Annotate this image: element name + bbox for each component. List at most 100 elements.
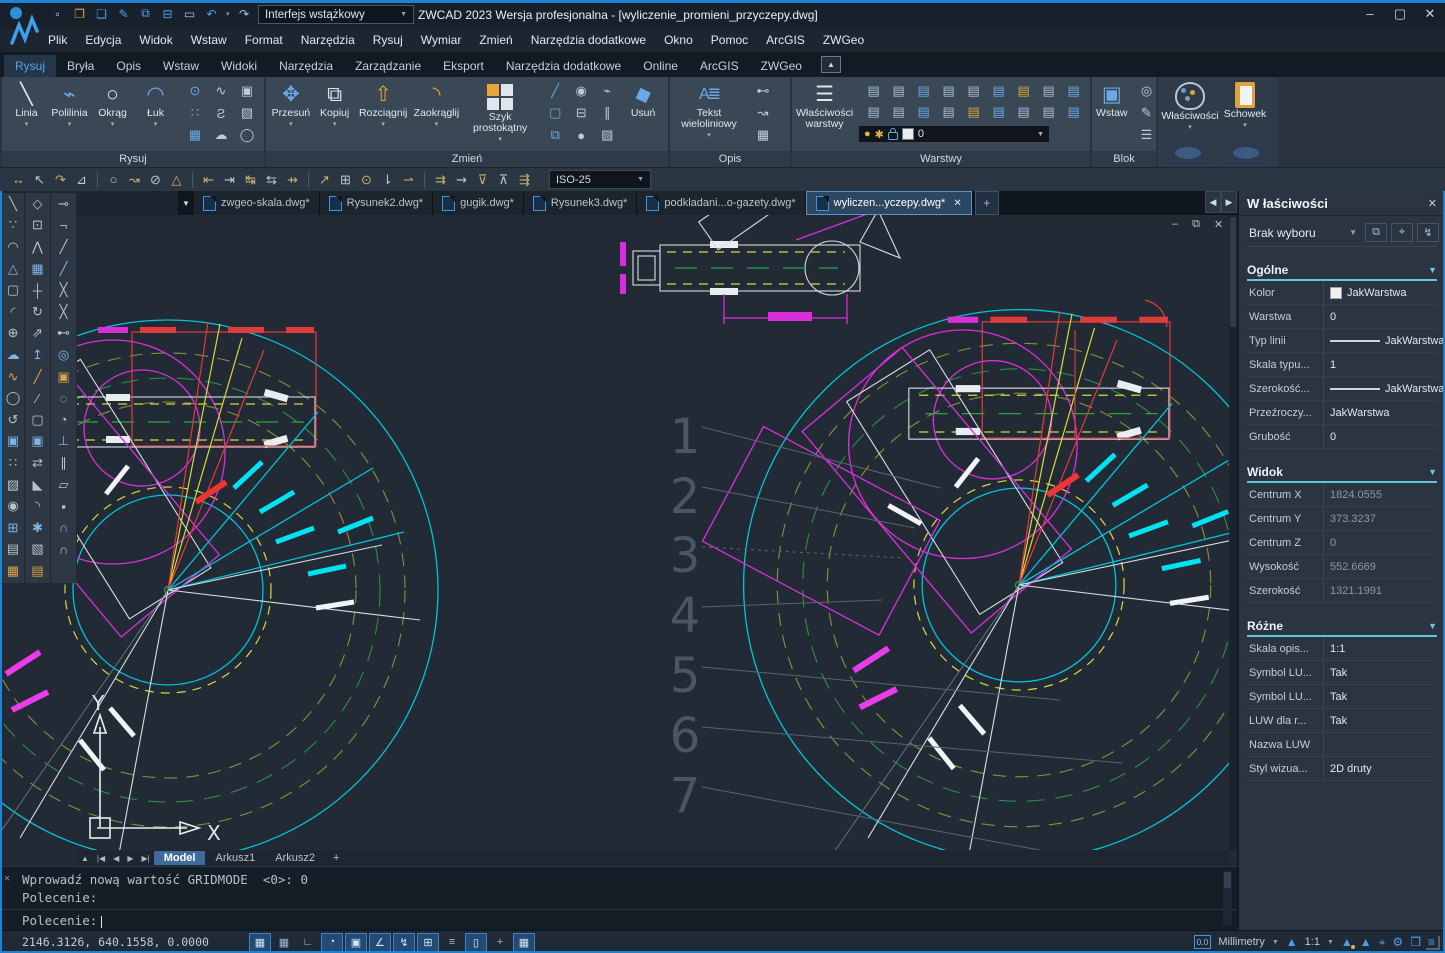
units-selector[interactable]: Millimetry: [1218, 936, 1264, 948]
close-icon[interactable]: ✕: [4, 873, 10, 884]
layer-tool-icon[interactable]: ▤: [986, 80, 1011, 101]
stretch-button[interactable]: ⇧ Rozciągnij ▾: [358, 80, 409, 128]
circle-button[interactable]: ○ Okrąg ▾: [92, 80, 133, 128]
property-row[interactable]: Symbol LU...Tak: [1247, 685, 1437, 709]
property-value[interactable]: 0: [1323, 531, 1437, 554]
property-row[interactable]: Styl wizua...2D druty: [1247, 757, 1437, 781]
draw-tool-icon[interactable]: ▨: [7, 474, 19, 496]
ribbon-tool-icon[interactable]: ◎: [1134, 80, 1160, 102]
snap-tool-icon[interactable]: ⊷: [57, 323, 70, 345]
grid-display-toggle[interactable]: ▦: [273, 933, 295, 952]
ribbon-tab[interactable]: Narzędzia dodatkowe: [495, 55, 632, 77]
resize-grip[interactable]: [1426, 936, 1440, 950]
menu-item[interactable]: Rysuj: [373, 33, 403, 47]
layer-tool-icon[interactable]: ▤: [1061, 101, 1086, 122]
tab-scroll-left-button[interactable]: ◀: [1205, 191, 1221, 213]
copy-button[interactable]: ⧉ Kopiuj ▾: [314, 80, 356, 128]
property-row[interactable]: Centrum Y373.3237: [1247, 507, 1437, 531]
ribbon-tool-icon[interactable]: ⊟: [568, 102, 594, 124]
ribbon-tool-icon[interactable]: ⧉: [542, 124, 568, 146]
layer-tool-icon[interactable]: ▤: [1011, 101, 1036, 122]
modify-tool-icon[interactable]: ▣: [31, 431, 43, 453]
dimension-tool-icon[interactable]: ⇤: [198, 172, 219, 188]
snap-tool-icon[interactable]: ◎: [58, 344, 69, 366]
dimension-tool-icon[interactable]: ⇝: [451, 172, 472, 188]
ribbon-tab[interactable]: Eksport: [432, 55, 495, 77]
document-tab[interactable]: podkladani...o-gazety.dwg*: [637, 191, 805, 215]
property-value[interactable]: Tak: [1323, 661, 1437, 684]
dimension-tool-icon[interactable]: ↹: [240, 172, 261, 188]
mdi-close-button[interactable]: ✕: [1214, 218, 1223, 231]
property-value[interactable]: 1:1: [1323, 637, 1437, 660]
ribbon-tool-icon[interactable]: ▨: [594, 124, 620, 146]
modify-tool-icon[interactable]: ◣: [33, 474, 43, 496]
layout-nav-icon[interactable]: |◀: [93, 854, 109, 863]
selection-dropdown[interactable]: Brak wyboru ▼: [1245, 224, 1361, 242]
property-value[interactable]: [1323, 733, 1437, 756]
menu-item[interactable]: Narzędzia: [301, 33, 355, 47]
draw-tool-icon[interactable]: ⊞: [8, 517, 19, 539]
menu-item[interactable]: Wstaw: [191, 33, 227, 47]
property-row[interactable]: Symbol LU...Tak: [1247, 661, 1437, 685]
section-header[interactable]: Ogólne▼: [1247, 263, 1437, 281]
layer-tool-icon[interactable]: ▤: [861, 101, 886, 122]
property-value[interactable]: 1: [1323, 353, 1437, 376]
annotation-visibility-icon[interactable]: ▲: [1341, 935, 1353, 949]
ribbon-tab[interactable]: Narzędzia: [268, 55, 344, 77]
ribbon-tool-icon[interactable]: ✎: [1134, 102, 1160, 124]
ribbon-tab[interactable]: Online: [632, 55, 689, 77]
snap-tool-icon[interactable]: ∥: [60, 452, 67, 474]
snap-tool-icon[interactable]: ◔: [60, 409, 68, 431]
document-tab[interactable]: zwgeo-skala.dwg*: [194, 191, 320, 215]
layer-tool-icon[interactable]: ▤: [911, 101, 936, 122]
command-prompt[interactable]: Polecenie:: [22, 912, 1237, 930]
draw-tool-icon[interactable]: ∷: [9, 452, 17, 474]
property-value[interactable]: JakWarstwa: [1323, 281, 1437, 304]
layer-properties-button[interactable]: ☰ Właściwości warstwy: [796, 80, 853, 130]
snap-tool-icon[interactable]: ▪: [61, 495, 66, 517]
ortho-mode-toggle[interactable]: ∟: [297, 933, 319, 952]
maximize-button[interactable]: ▢: [1393, 6, 1407, 22]
layer-tool-icon[interactable]: ▤: [936, 101, 961, 122]
property-value[interactable]: 552.6669: [1323, 555, 1437, 578]
menu-item[interactable]: Narzędzia dodatkowe: [531, 33, 646, 47]
ribbon-tool-icon[interactable]: ☁: [208, 124, 234, 146]
draw-tool-icon[interactable]: △: [8, 258, 18, 280]
ribbon-tool-icon[interactable]: ⊷: [750, 80, 776, 102]
layer-tool-icon[interactable]: ▤: [961, 101, 986, 122]
menu-item[interactable]: Wymiar: [421, 33, 462, 47]
layer-tool-icon[interactable]: ▤: [986, 101, 1011, 122]
layout-nav-icon[interactable]: ▲: [77, 854, 93, 863]
snap-tool-icon[interactable]: ∩: [59, 539, 68, 561]
quick-select-button[interactable]: ⧉: [1365, 223, 1387, 242]
redo-icon[interactable]: ↷: [237, 7, 252, 21]
layout-nav-icon[interactable]: ▶: [123, 854, 137, 863]
dimension-tool-icon[interactable]: ⇂: [377, 172, 398, 188]
snap-tool-icon[interactable]: ▣: [57, 366, 69, 388]
ribbon-tool-icon[interactable]: ▦: [182, 124, 208, 146]
minimize-button[interactable]: –: [1363, 6, 1377, 22]
arc-button[interactable]: ◠ Łuk ▾: [135, 80, 176, 128]
ribbon-tool-icon[interactable]: ⌁: [594, 80, 620, 102]
draw-tool-icon[interactable]: ◜: [10, 301, 15, 323]
property-row[interactable]: Centrum X1824.0555: [1247, 483, 1437, 507]
property-row[interactable]: Szerokość1321.1991: [1247, 579, 1437, 603]
menu-item[interactable]: Okno: [664, 33, 693, 47]
ribbon-collapse-button[interactable]: ▲: [821, 56, 841, 73]
new-tab-button[interactable]: +: [975, 191, 999, 215]
dimension-tool-icon[interactable]: ⇶: [514, 172, 535, 188]
section-header[interactable]: Różne▼: [1247, 619, 1437, 637]
snap-tool-icon[interactable]: ∩: [59, 517, 68, 539]
ribbon-group-label[interactable]: Opis: [670, 151, 790, 167]
toggle-pickadd-button[interactable]: ↯: [1417, 223, 1439, 242]
snap-tool-icon[interactable]: ◌: [60, 387, 68, 409]
command-line-panel[interactable]: ✕ Wprowadź nową wartość GRIDMODE <0>: 0 …: [0, 866, 1237, 930]
document-tab[interactable]: gugik.dwg*: [433, 191, 524, 215]
document-tab[interactable]: Rysunek2.dwg*: [320, 191, 433, 215]
open-folder-icon[interactable]: ❐: [72, 7, 87, 21]
draw-tool-icon[interactable]: ☁: [7, 344, 20, 366]
draw-tool-icon[interactable]: ▢: [7, 279, 19, 301]
grid-snap-toggle[interactable]: ▦: [249, 933, 271, 952]
polar-tracking-toggle[interactable]: ◔: [321, 933, 343, 952]
undo-icon[interactable]: ↶: [204, 7, 219, 21]
